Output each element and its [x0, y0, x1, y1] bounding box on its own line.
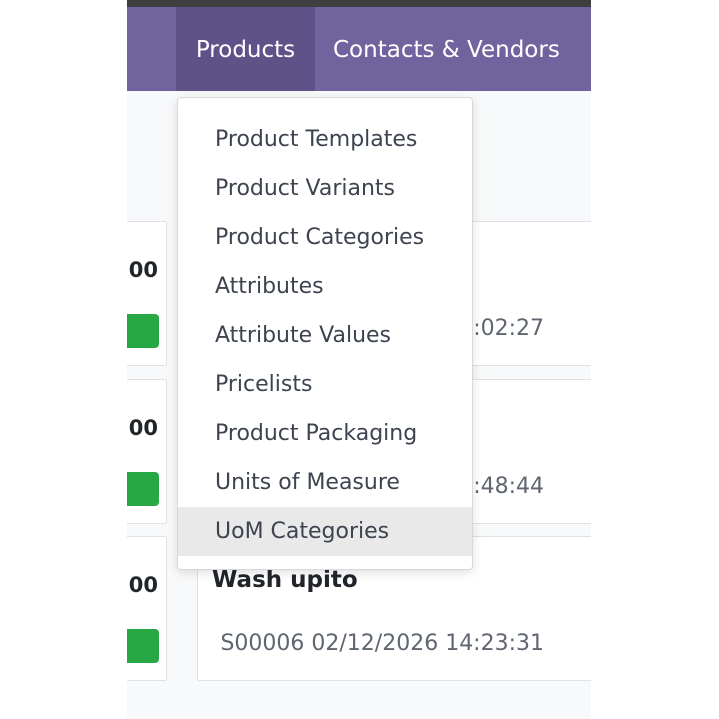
status-badge — [127, 314, 159, 348]
menu-item-uom-categories[interactable]: UoM Categories — [178, 507, 472, 556]
order-reference-datetime: :48:44 — [473, 474, 544, 499]
nav-item-contacts-vendors[interactable]: Contacts & Vendors — [333, 7, 560, 91]
window-top-bar — [127, 0, 591, 7]
order-amount: 00 — [128, 573, 158, 597]
menu-item-product-templates[interactable]: Product Templates — [178, 115, 472, 164]
order-amount-card[interactable]: 00 — [127, 536, 167, 681]
menu-item-product-variants[interactable]: Product Variants — [178, 164, 472, 213]
order-amount: 00 — [128, 416, 158, 440]
order-amount: 00 — [128, 258, 158, 282]
order-amount-card[interactable]: 00 — [127, 221, 167, 366]
menu-item-pricelists[interactable]: Pricelists — [178, 360, 472, 409]
status-badge — [127, 472, 159, 506]
order-title: Wash upito — [212, 567, 358, 593]
products-dropdown-menu: Product Templates Product Variants Produ… — [177, 97, 473, 570]
nav-item-inventory[interactable]: ory — [127, 7, 177, 91]
menu-item-attributes[interactable]: Attributes — [178, 262, 472, 311]
status-badge — [127, 629, 159, 663]
menu-item-product-categories[interactable]: Product Categories — [178, 213, 472, 262]
order-reference-datetime: :02:27 — [473, 316, 544, 341]
order-reference-datetime: S00006 02/12/2026 14:23:31 — [220, 631, 544, 656]
menu-item-product-packaging[interactable]: Product Packaging — [178, 409, 472, 458]
order-amount-card[interactable]: 00 — [127, 379, 167, 524]
menu-item-attribute-values[interactable]: Attribute Values — [178, 311, 472, 360]
top-navbar: ory Products Contacts & Vendors — [127, 7, 591, 91]
menu-item-units-of-measure[interactable]: Units of Measure — [178, 458, 472, 507]
app-viewport: ory Products Contacts & Vendors 00 :02:2… — [127, 0, 591, 719]
nav-item-products[interactable]: Products — [176, 7, 315, 91]
